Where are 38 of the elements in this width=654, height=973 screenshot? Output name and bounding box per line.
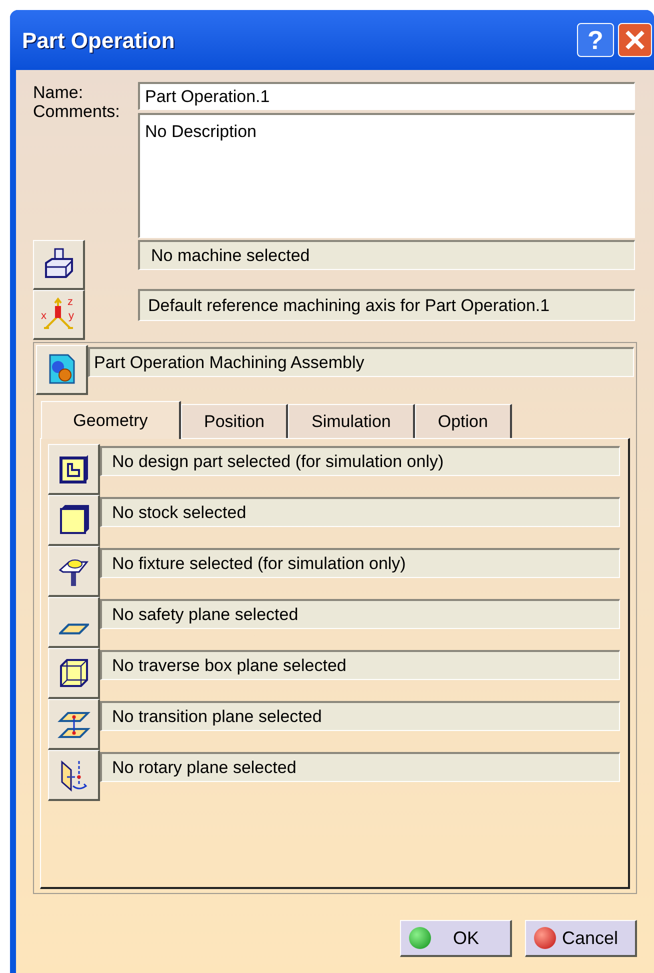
assembly-button[interactable] bbox=[36, 345, 88, 395]
machine-field[interactable]: No machine selected bbox=[138, 240, 635, 270]
select-button[interactable] bbox=[48, 699, 100, 750]
tab[interactable]: Geometry bbox=[41, 401, 181, 439]
select-button[interactable] bbox=[48, 648, 100, 699]
close-button[interactable] bbox=[618, 23, 652, 57]
axis-field[interactable]: Default reference machining axis for Part Operation.1 bbox=[138, 289, 635, 321]
window-title: Part Operation bbox=[22, 26, 175, 55]
select-button[interactable] bbox=[48, 597, 100, 648]
axis-button[interactable]: z x y bbox=[33, 290, 85, 340]
selection-field[interactable]: No safety plane selected bbox=[100, 599, 620, 629]
selection-field[interactable]: No traverse box plane selected bbox=[100, 650, 620, 680]
select-button[interactable] bbox=[48, 444, 100, 495]
assembly-field[interactable]: Part Operation Machining Assembly bbox=[88, 347, 634, 377]
machine-button[interactable] bbox=[33, 240, 85, 290]
ok-button[interactable]: OK bbox=[400, 920, 512, 957]
axis-letter: y bbox=[68, 311, 74, 322]
selection-field[interactable]: No stock selected bbox=[100, 497, 620, 527]
selection-field[interactable]: No fixture selected (for simulation only) bbox=[100, 548, 620, 578]
selection-field[interactable]: No design part selected (for simulation only) bbox=[100, 446, 620, 476]
name-label: Name: bbox=[33, 83, 84, 102]
select-button[interactable] bbox=[48, 495, 100, 546]
comments-field[interactable]: No Description bbox=[138, 113, 635, 238]
plane-icon bbox=[58, 623, 88, 635]
selection-field[interactable]: No transition plane selected bbox=[100, 701, 620, 731]
tab[interactable]: Simulation bbox=[288, 404, 415, 438]
close-icon bbox=[624, 29, 646, 51]
axis-letter: x bbox=[41, 311, 46, 322]
axis-letter: z bbox=[68, 297, 73, 308]
comments-label: Comments: bbox=[33, 102, 121, 121]
select-button[interactable] bbox=[48, 546, 100, 597]
name-field[interactable]: Part Operation.1 bbox=[138, 82, 635, 110]
tab[interactable]: Option bbox=[414, 404, 512, 438]
tab[interactable]: Position bbox=[181, 404, 288, 438]
help-button[interactable]: ? bbox=[577, 23, 614, 57]
selection-field[interactable]: No rotary plane selected bbox=[100, 752, 620, 782]
select-button[interactable] bbox=[48, 750, 100, 801]
cancel-button[interactable]: Cancel bbox=[525, 920, 637, 957]
